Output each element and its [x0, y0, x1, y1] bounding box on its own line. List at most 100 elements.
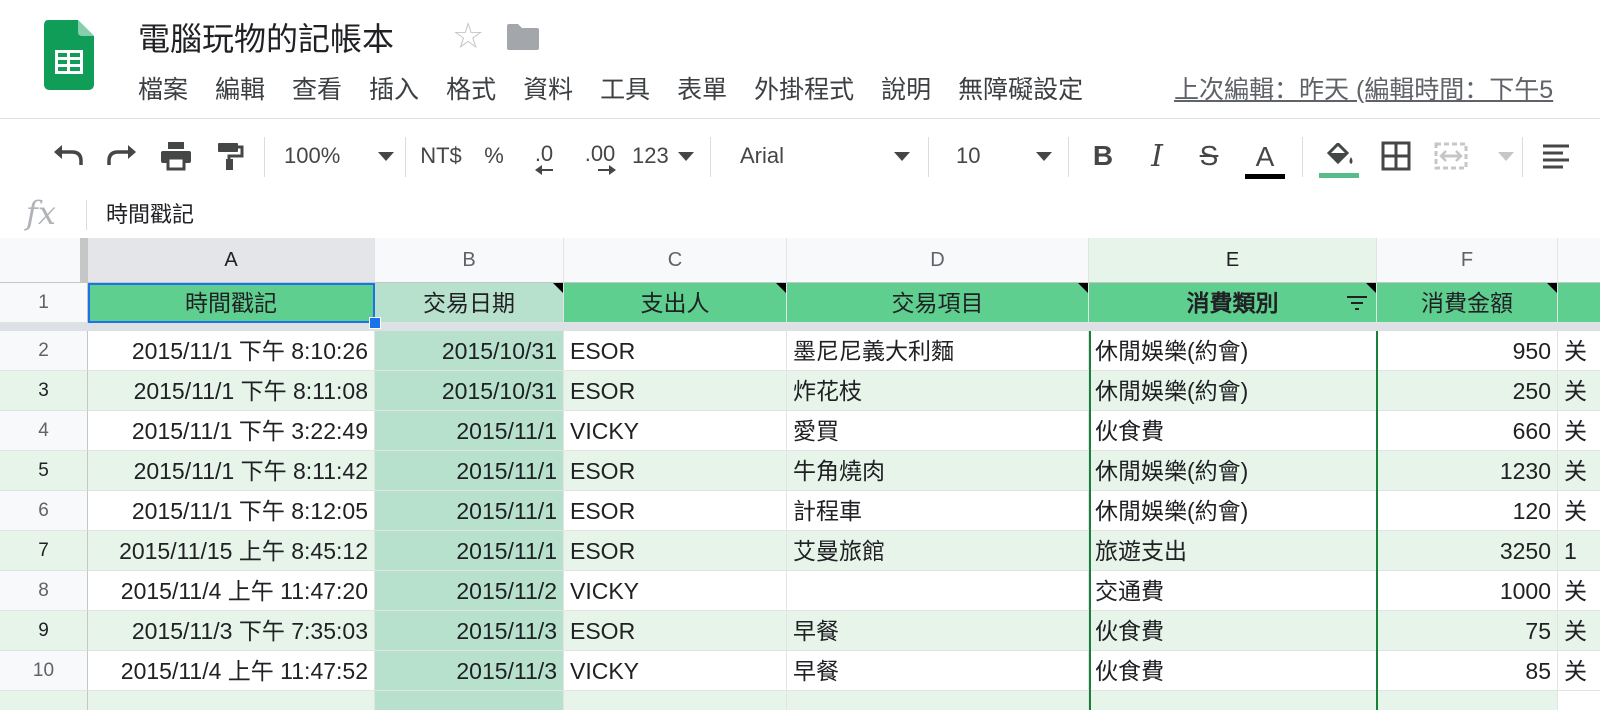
filter-icon[interactable]	[1346, 295, 1368, 311]
horizontal-align-button[interactable]	[1536, 119, 1576, 193]
percent-format-button[interactable]: %	[480, 119, 508, 193]
paint-format-button[interactable]	[210, 119, 250, 193]
row-header-7[interactable]: 7	[0, 531, 88, 571]
borders-button[interactable]	[1378, 119, 1414, 193]
menu-insert[interactable]: 插入	[369, 70, 419, 110]
cell-c11[interactable]	[564, 691, 787, 710]
cell-a2[interactable]: 2015/11/1 下午 8:10:26	[88, 331, 375, 371]
cell-b8[interactable]: 2015/11/2	[375, 571, 564, 611]
header-cell-g[interactable]	[1558, 283, 1600, 323]
sheets-logo-icon[interactable]	[44, 20, 94, 90]
select-all-corner[interactable]	[0, 238, 88, 283]
header-cell-c[interactable]: 支出人	[564, 283, 787, 323]
cell-g9[interactable]: 关	[1558, 611, 1600, 651]
cell-a5[interactable]: 2015/11/1 下午 8:11:42	[88, 451, 375, 491]
zoom-select[interactable]: 100%	[284, 119, 394, 193]
cell-e9[interactable]: 伙食費	[1089, 611, 1377, 651]
cell-f4[interactable]: 660	[1377, 411, 1558, 451]
row-header-6[interactable]: 6	[0, 491, 88, 531]
header-cell-b[interactable]: 交易日期	[375, 283, 564, 323]
row-header-8[interactable]: 8	[0, 571, 88, 611]
currency-format-button[interactable]: NT$	[416, 119, 466, 193]
strikethrough-button[interactable]: S	[1192, 119, 1226, 193]
column-header-g[interactable]	[1558, 238, 1600, 283]
cell-a4[interactable]: 2015/11/1 下午 3:22:49	[88, 411, 375, 451]
cell-b7[interactable]: 2015/11/1	[375, 531, 564, 571]
cell-d2[interactable]: 墨尼尼義大利麵	[787, 331, 1089, 371]
cell-g7[interactable]: 1	[1558, 531, 1600, 571]
row-header-9[interactable]: 9	[0, 611, 88, 651]
cell-c5[interactable]: ESOR	[564, 451, 787, 491]
cell-b5[interactable]: 2015/11/1	[375, 451, 564, 491]
cell-d9[interactable]: 早餐	[787, 611, 1089, 651]
cell-c4[interactable]: VICKY	[564, 411, 787, 451]
cell-c7[interactable]: ESOR	[564, 531, 787, 571]
cell-a7[interactable]: 2015/11/15 上午 8:45:12	[88, 531, 375, 571]
header-cell-f[interactable]: 消費金額	[1377, 283, 1558, 323]
cell-a11[interactable]	[88, 691, 375, 710]
cell-a8[interactable]: 2015/11/4 上午 11:47:20	[88, 571, 375, 611]
cell-f10[interactable]: 85	[1377, 651, 1558, 691]
menu-tools[interactable]: 工具	[600, 70, 650, 110]
bold-button[interactable]: B	[1086, 119, 1120, 193]
column-header-a[interactable]: A	[88, 238, 375, 283]
header-cell-d[interactable]: 交易項目	[787, 283, 1089, 323]
cell-e6[interactable]: 休閒娛樂(約會)	[1089, 491, 1377, 531]
cell-a9[interactable]: 2015/11/3 下午 7:35:03	[88, 611, 375, 651]
merge-cells-button[interactable]	[1434, 119, 1514, 193]
cell-g3[interactable]: 关	[1558, 371, 1600, 411]
folder-icon[interactable]	[506, 22, 540, 52]
column-header-b[interactable]: B	[375, 238, 564, 283]
menu-form[interactable]: 表單	[677, 70, 727, 110]
star-icon[interactable]: ☆	[452, 14, 484, 58]
cell-g5[interactable]: 关	[1558, 451, 1600, 491]
freeze-handle-vertical[interactable]	[80, 238, 87, 282]
cell-g4[interactable]: 关	[1558, 411, 1600, 451]
row-header-3[interactable]: 3	[0, 371, 88, 411]
cell-f6[interactable]: 120	[1377, 491, 1558, 531]
cell-d6[interactable]: 計程車	[787, 491, 1089, 531]
menu-file[interactable]: 檔案	[138, 70, 188, 110]
fill-handle[interactable]	[369, 317, 381, 329]
document-title[interactable]: 電腦玩物的記帳本	[138, 14, 394, 60]
cell-c2[interactable]: ESOR	[564, 331, 787, 371]
cell-d3[interactable]: 炸花枝	[787, 371, 1089, 411]
cell-c9[interactable]: ESOR	[564, 611, 787, 651]
header-cell-a[interactable]: 時間戳記	[88, 283, 375, 323]
cell-f2[interactable]: 950	[1377, 331, 1558, 371]
menu-accessibility[interactable]: 無障礙設定	[958, 70, 1083, 110]
cell-d5[interactable]: 牛角燒肉	[787, 451, 1089, 491]
cell-e11[interactable]	[1089, 691, 1377, 710]
cell-d11[interactable]	[787, 691, 1089, 710]
freeze-handle-horizontal[interactable]	[0, 323, 1600, 331]
more-formats-select[interactable]: 123	[632, 119, 694, 193]
cell-b9[interactable]: 2015/11/3	[375, 611, 564, 651]
increase-decimal-button[interactable]: .00	[578, 119, 622, 193]
cell-d10[interactable]: 早餐	[787, 651, 1089, 691]
decrease-decimal-button[interactable]: .0	[526, 119, 562, 193]
row-header-1[interactable]: 1	[0, 283, 88, 323]
cell-f9[interactable]: 75	[1377, 611, 1558, 651]
cell-e4[interactable]: 伙食費	[1089, 411, 1377, 451]
cell-c10[interactable]: VICKY	[564, 651, 787, 691]
row-header-5[interactable]: 5	[0, 451, 88, 491]
cell-b10[interactable]: 2015/11/3	[375, 651, 564, 691]
cell-f11[interactable]	[1377, 691, 1558, 710]
cell-f7[interactable]: 3250	[1377, 531, 1558, 571]
italic-button[interactable]: I	[1140, 119, 1174, 193]
row-header-2[interactable]: 2	[0, 331, 88, 371]
cell-g8[interactable]: 关	[1558, 571, 1600, 611]
cell-d4[interactable]: 愛買	[787, 411, 1089, 451]
cell-d8[interactable]	[787, 571, 1089, 611]
cell-b2[interactable]: 2015/10/31	[375, 331, 564, 371]
last-edit-link[interactable]: 上次編輯：昨天 (編輯時間：下午5	[1174, 70, 1553, 110]
font-size-select[interactable]: 10	[956, 119, 1052, 193]
cell-f8[interactable]: 1000	[1377, 571, 1558, 611]
column-header-e[interactable]: E	[1089, 238, 1377, 283]
cell-g10[interactable]: 关	[1558, 651, 1600, 691]
print-button[interactable]	[156, 119, 196, 193]
undo-button[interactable]	[48, 119, 88, 193]
menu-format[interactable]: 格式	[446, 70, 496, 110]
header-cell-e[interactable]: 消費類別	[1089, 283, 1377, 323]
fill-color-button[interactable]	[1318, 119, 1360, 193]
